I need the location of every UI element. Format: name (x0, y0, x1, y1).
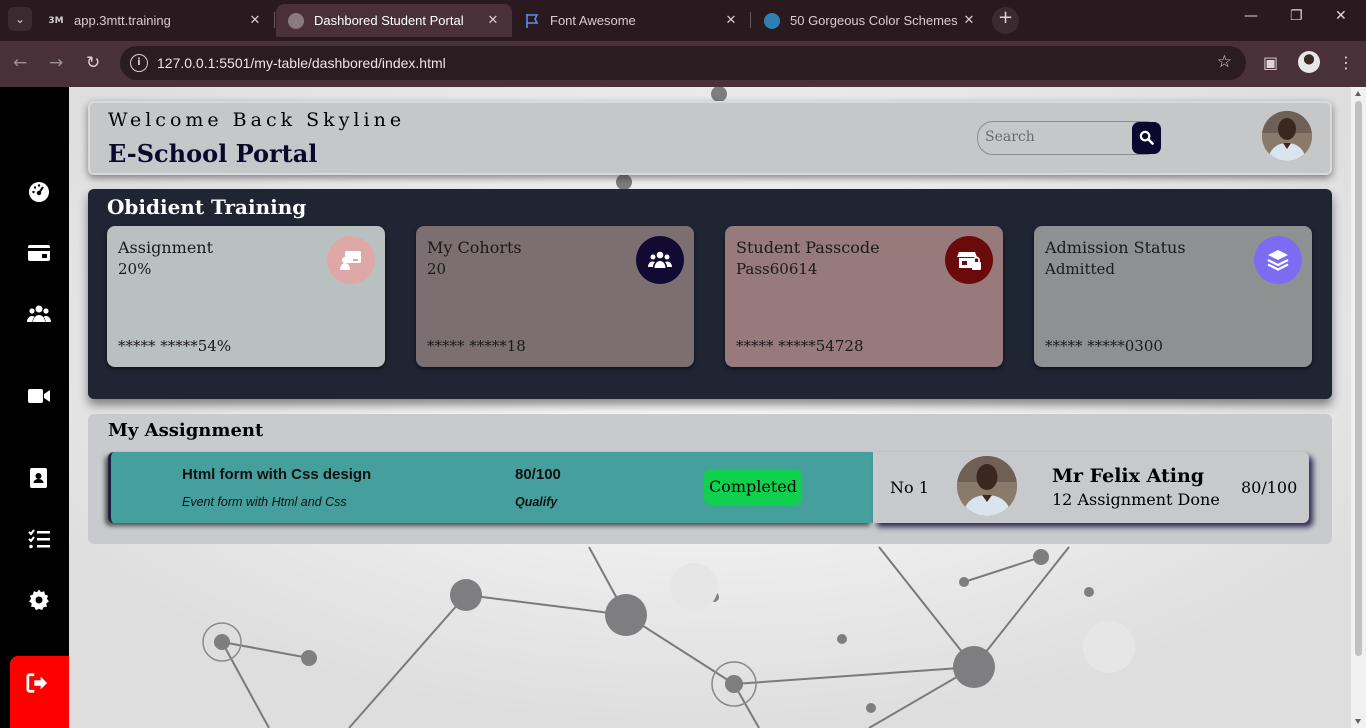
list-check-icon[interactable] (27, 527, 53, 553)
restore-icon[interactable]: ❐ (1290, 8, 1303, 24)
video-camera-icon[interactable] (27, 384, 53, 410)
student-name: Mr Felix Ating (1052, 465, 1205, 487)
organization-name: Obidient Training (107, 195, 307, 219)
site-info-icon[interactable]: i (130, 54, 148, 72)
layer-group-icon (1254, 236, 1302, 284)
palette-icon (764, 12, 780, 29)
assignment-score: 80/100 (515, 466, 561, 483)
browser-tab-active[interactable]: Dashbored Student Portal ✕ (276, 4, 512, 37)
card-masked-number: ***** *****0300 (1045, 337, 1163, 355)
id-card-icon[interactable] (27, 241, 53, 267)
tab-title: app.3mtt.training (74, 13, 171, 28)
search-icon (1139, 130, 1154, 145)
top-student-card[interactable]: No 1 Mr Felix Ating 12 Assignment Done 8… (873, 452, 1309, 523)
sidebar (0, 87, 69, 728)
tab-search-dropdown-icon[interactable]: ⌄ (8, 7, 32, 31)
assignment-row[interactable]: Html form with Css design Event form wit… (108, 452, 873, 523)
tab-divider (750, 12, 751, 28)
url-text[interactable]: 127.0.0.1:5501/my-table/dashbored/index.… (157, 55, 446, 71)
address-bar[interactable]: i 127.0.0.1:5501/my-table/dashbored/inde… (120, 46, 1246, 80)
browser-tab[interactable]: Font Awesome ✕ (512, 4, 750, 37)
completed-badge[interactable]: Completed (704, 469, 802, 505)
card-masked-number: ***** *****18 (427, 337, 526, 355)
card-value: Admitted (1045, 260, 1115, 278)
tab-title: Dashbored Student Portal (314, 13, 464, 28)
new-tab-button[interactable]: + (992, 7, 1019, 34)
profile-avatar[interactable] (1298, 51, 1320, 73)
users-icon[interactable] (27, 302, 53, 328)
scrollbar-thumb[interactable] (1355, 101, 1362, 656)
browser-tab[interactable]: 3M app.3mtt.training ✕ (36, 4, 274, 37)
training-panel: Obidient Training Assignment 20% ***** *… (88, 189, 1332, 399)
search-button[interactable] (1132, 122, 1161, 154)
browser-tab[interactable]: 50 Gorgeous Color Schemes Fr ✕ (752, 4, 988, 37)
browser-tabstrip: ⌄ 3M app.3mtt.training ✕ Dashbored Stude… (0, 0, 1366, 41)
assignment-card[interactable]: Assignment 20% ***** *****54% (107, 226, 385, 367)
section-title: My Assignment (108, 420, 264, 441)
card-title: Assignment (118, 238, 214, 257)
passcode-card[interactable]: Student Passcode Pass60614 ***** *****54… (725, 226, 1003, 367)
card-masked-number: ***** *****54728 (736, 337, 864, 355)
3mtt-logo-icon: 3M (48, 12, 64, 29)
assignment-count: 12 Assignment Done (1052, 490, 1220, 509)
card-title: Student Passcode (736, 238, 880, 257)
browser-toolbar: ← → ↻ i 127.0.0.1:5501/my-table/dashbore… (0, 41, 1366, 87)
avatar[interactable] (1262, 111, 1312, 161)
page-scrollbar[interactable] (1351, 87, 1366, 728)
card-title: My Cohorts (427, 238, 522, 257)
header-card: Welcome Back Skyline E-School Portal (88, 101, 1332, 175)
student-score: 80/100 (1241, 478, 1298, 497)
globe-icon (288, 12, 304, 29)
rank-number: No 1 (890, 478, 929, 497)
chalkboard-user-icon (327, 236, 375, 284)
gear-icon[interactable] (27, 588, 53, 614)
tab-title: 50 Gorgeous Color Schemes Fr (790, 13, 960, 28)
card-title: Admission Status (1045, 238, 1186, 257)
scroll-down-arrow-icon[interactable] (1355, 719, 1361, 724)
card-masked-number: ***** *****54% (118, 337, 232, 355)
close-window-icon[interactable]: ✕ (1335, 8, 1347, 24)
close-tab-icon[interactable]: ✕ (246, 13, 264, 28)
people-group-icon (636, 236, 684, 284)
card-value: 20% (118, 260, 152, 278)
minimize-icon[interactable]: — (1244, 8, 1258, 24)
shop-lock-icon (945, 236, 993, 284)
card-value: 20 (427, 260, 447, 278)
cohorts-card[interactable]: My Cohorts 20 ***** *****18 (416, 226, 694, 367)
close-tab-icon[interactable]: ✕ (484, 13, 502, 28)
welcome-message: Welcome Back Skyline (108, 109, 406, 131)
scroll-up-arrow-icon[interactable] (1355, 91, 1361, 96)
network-background-image (69, 87, 1351, 728)
flag-icon (524, 13, 540, 29)
tab-title: Font Awesome (550, 13, 636, 28)
close-tab-icon[interactable]: ✕ (722, 13, 740, 28)
assignment-name: Html form with Css design (182, 466, 372, 483)
assignment-status: Qualify (515, 495, 558, 509)
search-input[interactable] (985, 129, 1125, 145)
page-title: E-School Portal (108, 139, 318, 168)
assignment-description: Event form with Html and Css (182, 495, 347, 509)
tab-divider (274, 12, 275, 28)
reload-icon[interactable]: ↻ (86, 53, 100, 73)
student-avatar (957, 456, 1017, 516)
back-arrow-icon[interactable]: ← (13, 53, 27, 73)
close-tab-icon[interactable]: ✕ (960, 13, 978, 28)
forward-arrow-icon[interactable]: → (49, 53, 63, 73)
side-panel-icon[interactable]: ▣ (1263, 53, 1278, 72)
more-menu-icon[interactable]: ⋮ (1338, 53, 1354, 72)
dashboard-gauge-icon[interactable] (27, 180, 53, 206)
admission-card[interactable]: Admission Status Admitted ***** *****030… (1034, 226, 1312, 367)
address-book-icon[interactable] (27, 466, 53, 492)
logout-button[interactable] (10, 656, 69, 728)
sign-out-icon (26, 673, 48, 693)
my-assignment-section: My Assignment Html form with Css design … (88, 414, 1332, 544)
bookmark-star-icon[interactable]: ☆ (1217, 52, 1232, 72)
card-value: Pass60614 (736, 260, 818, 278)
page-viewport: Welcome Back Skyline E-School Portal Obi… (0, 87, 1366, 728)
